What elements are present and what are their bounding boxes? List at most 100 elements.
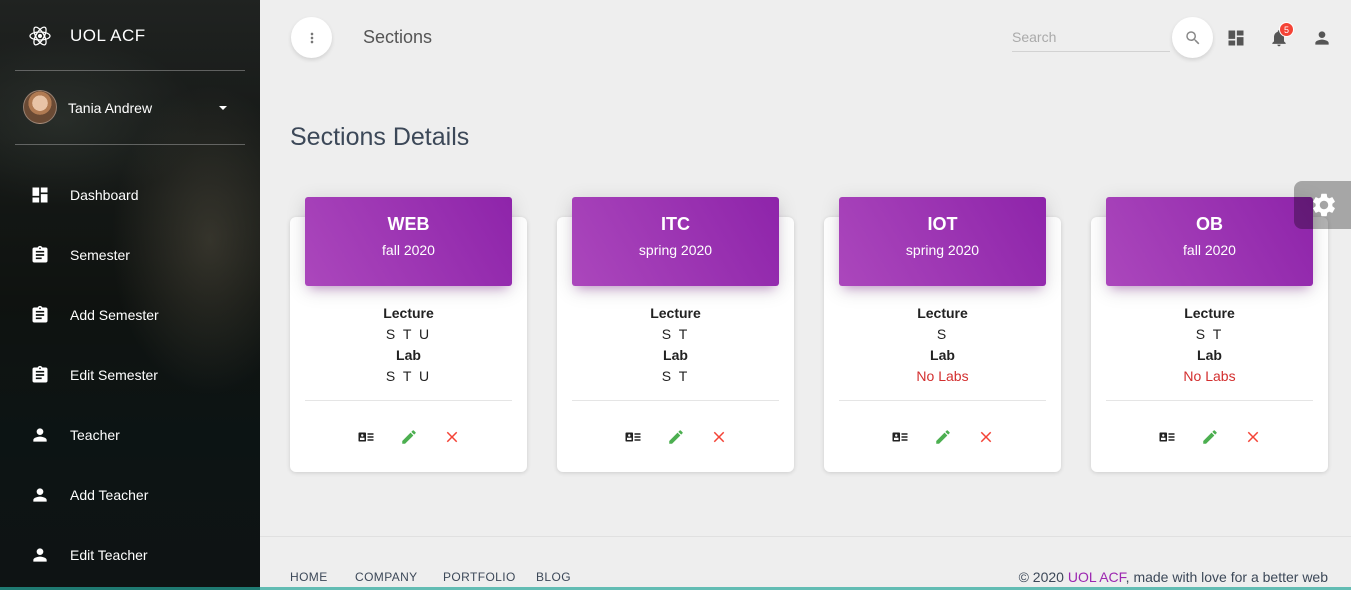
card-body: Lecture S T U Lab S T U (290, 303, 527, 387)
card-actions (1091, 428, 1328, 446)
footer-link-company[interactable]: COMPANY (355, 570, 418, 584)
sidebar-divider (15, 70, 245, 71)
user-menu[interactable]: Tania Andrew (0, 88, 260, 128)
section-code: IOT (927, 214, 958, 234)
card-header: OB fall 2020 (1106, 197, 1313, 286)
details-icon[interactable] (891, 428, 909, 446)
section-term: fall 2020 (382, 242, 435, 258)
edit-icon[interactable] (934, 428, 952, 446)
card-header: ITC spring 2020 (572, 197, 779, 286)
delete-icon[interactable] (443, 428, 461, 446)
notification-badge: 5 (1279, 22, 1294, 37)
person-icon[interactable] (1312, 28, 1332, 48)
edit-icon[interactable] (667, 428, 685, 446)
sidebar-item-label: Teacher (70, 427, 120, 443)
section-term: fall 2020 (1183, 242, 1236, 258)
gear-icon (1313, 193, 1335, 217)
card-actions (824, 428, 1061, 446)
delete-icon[interactable] (977, 428, 995, 446)
card-divider (839, 400, 1046, 401)
dashboard-icon[interactable] (1226, 28, 1246, 48)
lecture-value: S (936, 326, 949, 342)
clipboard-icon (32, 365, 48, 383)
card-body: Lecture S T Lab No Labs (1091, 303, 1328, 387)
lab-label: Lab (1197, 347, 1222, 363)
copyright-brand-link[interactable]: UOL ACF (1068, 569, 1126, 585)
sidebar-item-edit-teacher[interactable]: Edit Teacher (0, 535, 260, 575)
lab-value: S T (661, 368, 690, 384)
sidebar-item-edit-semester[interactable]: Edit Semester (0, 355, 260, 395)
sidebar-item-teacher[interactable]: Teacher (0, 415, 260, 455)
caret-down-icon (219, 106, 227, 110)
card-divider (1106, 400, 1313, 401)
clipboard-icon (32, 305, 48, 323)
sidebar-item-dashboard[interactable]: Dashboard (0, 175, 260, 215)
section-term: spring 2020 (905, 242, 980, 258)
card-actions (290, 428, 527, 446)
sidebar-item-label: Edit Semester (70, 367, 158, 383)
details-icon[interactable] (357, 428, 375, 446)
person-icon (33, 428, 47, 442)
card-header: IOT spring 2020 (839, 197, 1046, 286)
section-code: ITC (661, 214, 690, 234)
card-divider (572, 400, 779, 401)
lecture-label: Lecture (1184, 305, 1235, 321)
person-icon (33, 548, 47, 562)
section-card-iot: IOT spring 2020 Lecture S Lab No Labs (824, 197, 1061, 472)
lecture-label: Lecture (917, 305, 968, 321)
dashboard-icon (32, 187, 48, 203)
lecture-value: S T (1195, 326, 1224, 342)
search-button[interactable] (1172, 17, 1213, 58)
copyright-suffix: , made with love for a better web (1125, 569, 1328, 585)
lecture-value: S T U (385, 326, 432, 342)
lecture-value: S T (661, 326, 690, 342)
footer-divider (260, 536, 1351, 537)
search-icon (1185, 30, 1199, 44)
more-vert-icon (310, 32, 313, 43)
lab-label: Lab (396, 347, 421, 363)
main-panel: Sections 5 Sections Details WEB fall 202… (260, 0, 1351, 590)
sidebar-item-label: Add Teacher (70, 487, 149, 503)
section-term: spring 2020 (638, 242, 713, 258)
details-icon[interactable] (624, 428, 642, 446)
sidebar-item-label: Dashboard (70, 187, 139, 203)
more-menu-button[interactable] (291, 17, 332, 58)
edit-icon[interactable] (400, 428, 418, 446)
user-name: Tania Andrew (68, 100, 153, 116)
person-icon (33, 488, 47, 502)
lab-value: S T U (385, 368, 432, 384)
section-card-web: WEB fall 2020 Lecture S T U Lab S T U (290, 197, 527, 472)
settings-plugin-button[interactable] (1294, 181, 1351, 229)
search-input[interactable] (1012, 22, 1170, 52)
sidebar-item-label: Add Semester (70, 307, 159, 323)
sidebar-item-add-teacher[interactable]: Add Teacher (0, 475, 260, 515)
delete-icon[interactable] (1244, 428, 1262, 446)
card-body: Lecture S Lab No Labs (824, 303, 1061, 387)
sidebar-item-semester[interactable]: Semester (0, 235, 260, 275)
delete-icon[interactable] (710, 428, 728, 446)
section-heading: Sections Details (290, 123, 470, 151)
react-logo-icon (29, 26, 51, 46)
card-divider (305, 400, 512, 401)
footer-link-blog[interactable]: BLOG (536, 570, 571, 584)
section-code: OB (1196, 214, 1223, 234)
section-card-itc: ITC spring 2020 Lecture S T Lab S T (557, 197, 794, 472)
card-actions (557, 428, 794, 446)
footer-link-home[interactable]: HOME (290, 570, 328, 584)
card-header: WEB fall 2020 (305, 197, 512, 286)
lab-value: No Labs (1183, 368, 1236, 384)
lab-label: Lab (663, 347, 688, 363)
sidebar-item-add-semester[interactable]: Add Semester (0, 295, 260, 335)
details-icon[interactable] (1158, 428, 1176, 446)
brand[interactable]: UOL ACF (0, 0, 260, 70)
lecture-label: Lecture (383, 305, 434, 321)
sidebar-divider (15, 144, 245, 145)
footer-link-portfolio[interactable]: PORTFOLIO (443, 570, 516, 584)
sidebar-item-label: Semester (70, 247, 130, 263)
sidebar: UOL ACF Tania Andrew Dashboard Semester … (0, 0, 260, 590)
clipboard-icon (32, 245, 48, 263)
brand-name: UOL ACF (70, 26, 146, 45)
section-code: WEB (387, 214, 430, 234)
edit-icon[interactable] (1201, 428, 1219, 446)
card-body: Lecture S T Lab S T (557, 303, 794, 387)
